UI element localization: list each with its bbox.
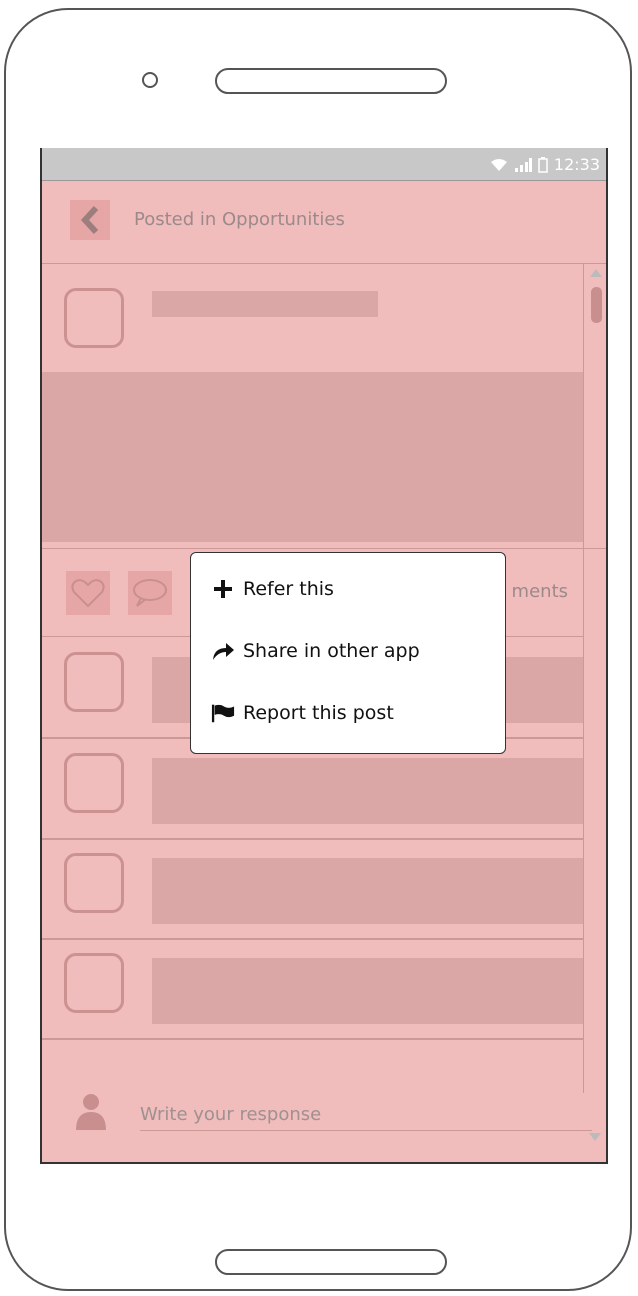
post-content-placeholder — [42, 372, 583, 542]
menu-item-label: Refer this — [243, 578, 334, 600]
battery-icon — [538, 156, 548, 173]
share-arrow-icon — [211, 639, 235, 663]
author-name-placeholder — [152, 291, 378, 317]
comments-count-label[interactable]: ments — [512, 581, 568, 602]
scroll-up-arrow-icon[interactable] — [590, 269, 602, 277]
flag-icon — [211, 701, 235, 725]
avatar — [64, 652, 124, 712]
status-icons: 12:33 — [490, 155, 600, 174]
context-menu: Refer this Share in other app Report thi… — [190, 552, 506, 754]
comment-placeholder — [152, 758, 583, 824]
menu-item-label: Report this post — [243, 702, 394, 724]
avatar — [64, 953, 124, 1013]
menu-item-refer[interactable]: Refer this — [211, 577, 334, 601]
heart-icon — [71, 579, 105, 608]
home-button[interactable] — [215, 1249, 447, 1275]
post-card — [42, 263, 583, 548]
menu-item-report[interactable]: Report this post — [211, 701, 394, 725]
chevron-left-icon — [80, 205, 99, 235]
speaker — [215, 68, 447, 94]
avatar — [64, 753, 124, 813]
wifi-icon — [490, 158, 507, 171]
signal-icon — [514, 157, 532, 172]
avatar[interactable] — [64, 288, 124, 348]
app-header: Posted in Opportunities — [42, 180, 606, 264]
list-item[interactable] — [42, 938, 583, 1040]
comment-placeholder — [152, 958, 583, 1024]
comment-button[interactable] — [128, 571, 172, 615]
menu-item-share[interactable]: Share in other app — [211, 639, 420, 663]
response-bar — [42, 1078, 606, 1148]
comment-placeholder — [152, 858, 583, 924]
response-input[interactable] — [140, 1098, 592, 1131]
status-time: 12:33 — [553, 155, 600, 174]
person-icon — [76, 1094, 106, 1130]
speech-bubble-icon — [133, 579, 167, 607]
menu-item-label: Share in other app — [243, 640, 420, 662]
scroll-down-arrow-icon[interactable] — [589, 1133, 601, 1141]
like-button[interactable] — [66, 571, 110, 615]
page-title: Posted in Opportunities — [134, 209, 345, 230]
avatar — [64, 853, 124, 913]
plus-icon — [211, 577, 235, 601]
camera — [142, 72, 158, 88]
scrollbar[interactable] — [583, 263, 606, 1093]
list-item[interactable] — [42, 838, 583, 940]
scroll-thumb[interactable] — [591, 287, 602, 323]
status-bar: 12:33 — [42, 148, 606, 181]
back-button[interactable] — [70, 200, 110, 240]
